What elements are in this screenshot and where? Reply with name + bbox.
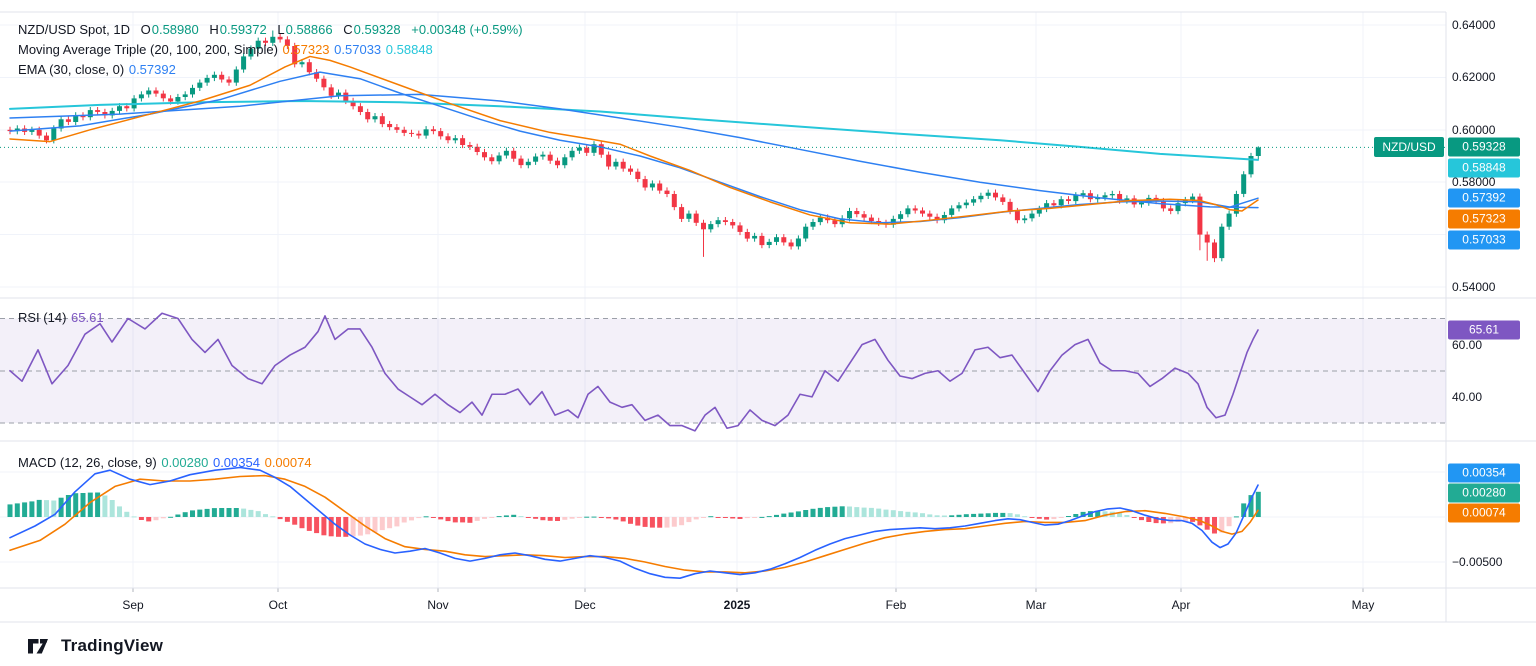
time-axis-label: May [1352,598,1375,612]
price-axis-label: 0.62000 [1452,70,1495,84]
time-axis-label: Sep [122,598,143,612]
macd-badge: 0.00354 [1448,464,1520,483]
high-label: H [209,22,218,37]
ma-legend-row[interactable]: Moving Average Triple (20, 100, 200, Sim… [18,40,523,60]
ema-legend-row[interactable]: EMA (30, close, 0) 0.57392 [18,60,523,80]
ma20-value: 0.57323 [283,42,330,57]
rsi-axis-label: 60.00 [1452,338,1482,352]
low-value: 0.58866 [286,22,333,37]
chart-canvas[interactable] [0,0,1536,666]
price-axis-label: 0.64000 [1452,18,1495,32]
macd-hist-value: 0.00280 [161,455,208,470]
time-axis-label: 2025 [724,598,751,612]
rsi-badge: 65.61 [1448,320,1520,339]
close-value: 0.59328 [354,22,401,37]
macd-badge: 0.00280 [1448,484,1520,503]
symbol-title: NZD/USD Spot, 1D [18,22,130,37]
time-axis-label: Dec [574,598,595,612]
ema-value: 0.57392 [129,62,176,77]
rsi-axis-label: 40.00 [1452,390,1482,404]
tradingview-watermark-label: TradingView [61,636,163,656]
time-axis-label: Feb [886,598,907,612]
macd-histogram [8,492,1261,537]
ma100-value: 0.57033 [334,42,381,57]
rsi-legend-row[interactable]: RSI (14) 65.61 [18,308,104,328]
price-badge: 0.57392 [1448,189,1520,208]
macd-legend-row[interactable]: MACD (12, 26, close, 9) 0.00280 0.00354 … [18,453,312,473]
time-axis-label: Mar [1026,598,1047,612]
rsi-title: RSI (14) [18,310,66,325]
time-axis-label: Apr [1172,598,1191,612]
tradingview-logo-icon [28,639,54,654]
macd-signal-value: 0.00074 [265,455,312,470]
change-value: +0.00348 (+0.59%) [411,22,522,37]
symbol-legend-row[interactable]: NZD/USD Spot, 1D O0.58980 H0.59372 L0.58… [18,20,523,40]
macd-badge: 0.00074 [1448,504,1520,523]
ema-title: EMA (30, close, 0) [18,62,124,77]
price-badge: 0.58848 [1448,159,1520,178]
macd-line-value: 0.00354 [213,455,260,470]
close-label: C [343,22,352,37]
ma-title: Moving Average Triple (20, 100, 200, Sim… [18,42,278,57]
ma200-value: 0.58848 [386,42,433,57]
price-badge: 0.59328 [1448,138,1520,157]
high-value: 0.59372 [220,22,267,37]
sma-200-line [10,101,1258,160]
price-badge: 0.57033 [1448,231,1520,250]
sma-20-line [10,56,1258,224]
macd-axis-label: −0.00500 [1452,555,1502,569]
sma-100-line [10,94,1258,207]
open-value: 0.58980 [152,22,199,37]
tradingview-watermark[interactable]: TradingView [28,636,163,656]
price-axis-label: 0.54000 [1452,280,1495,294]
low-label: L [277,22,284,37]
open-label: O [141,22,151,37]
macd-signal-line [10,476,1258,573]
time-axis-label: Nov [427,598,448,612]
symbol-price-badge: NZD/USD [1374,137,1444,157]
rsi-value: 65.61 [71,310,104,325]
price-axis-label: 0.60000 [1452,123,1495,137]
time-axis-label: Oct [269,598,288,612]
main-legend[interactable]: NZD/USD Spot, 1D O0.58980 H0.59372 L0.58… [18,20,523,80]
price-badge: 0.57323 [1448,210,1520,229]
macd-title: MACD (12, 26, close, 9) [18,455,157,470]
